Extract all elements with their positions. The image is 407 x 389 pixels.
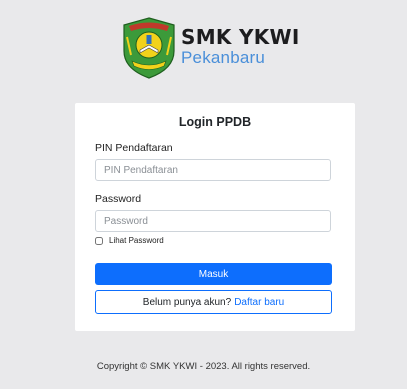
- brand-name: SMK YKWI: [181, 25, 300, 49]
- show-password-toggle[interactable]: Lihat Password: [95, 236, 164, 245]
- school-crest-icon: [123, 17, 175, 79]
- login-title: Login PPDB: [178, 115, 252, 129]
- footer-copyright: Copyright © SMK YKWI - 2023. All rights …: [96, 361, 311, 372]
- pin-label: PIN Pendaftaran: [95, 142, 173, 154]
- brand-city: Pekanbaru: [181, 48, 266, 67]
- register-prompt: Belum punya akun?: [142, 296, 232, 308]
- brand-header: SMK YKWI Pekanbaru: [122, 17, 300, 79]
- login-button[interactable]: Masuk: [95, 263, 332, 285]
- register-link[interactable]: Daftar baru: [234, 297, 284, 308]
- password-label: Password: [95, 193, 142, 205]
- pin-input[interactable]: [95, 159, 331, 181]
- password-input[interactable]: [95, 210, 331, 232]
- show-password-checkbox[interactable]: [95, 236, 103, 245]
- show-password-label: Lihat Password: [109, 236, 164, 245]
- register-button[interactable]: Belum punya akun? Daftar baru: [95, 290, 332, 314]
- login-card: Login PPDB PIN Pendaftaran Password Liha…: [75, 103, 355, 331]
